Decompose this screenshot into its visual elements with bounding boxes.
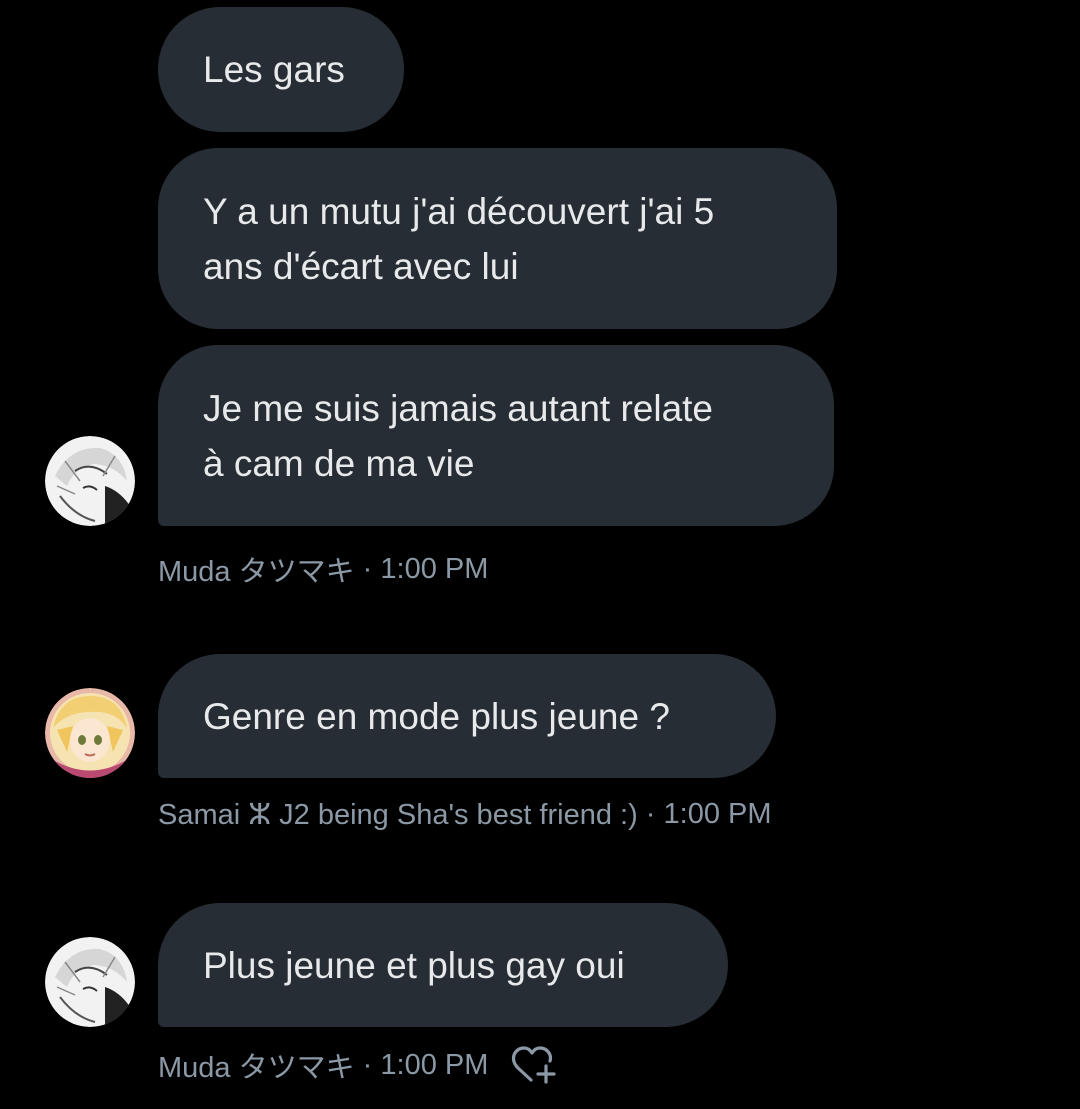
message-meta: Muda タツマキ · 1:00 PM	[158, 548, 488, 590]
manga-avatar-icon	[45, 436, 135, 526]
message-text: Je me suis jamais autant relate à cam de…	[203, 387, 714, 484]
meta-separator: ·	[354, 552, 381, 585]
message-time: 1:00 PM	[380, 1048, 489, 1081]
message-bubble[interactable]: Y a un mutu j'ai découvert j'ai 5 ans d'…	[158, 148, 837, 329]
message-bubble[interactable]: Genre en mode plus jeune ?	[158, 654, 776, 778]
message-time: 1:00 PM	[380, 552, 489, 585]
avatar[interactable]	[45, 688, 135, 778]
message-text: Les gars	[203, 49, 345, 90]
message-text: Genre en mode plus jeune ?	[203, 695, 670, 737]
message-meta: Samai ⵣ J2 being Sha's best friend :) · …	[158, 797, 772, 832]
avatar[interactable]	[45, 436, 135, 526]
message-bubble[interactable]: Les gars	[158, 7, 404, 132]
meta-separator: ·	[354, 1048, 381, 1081]
message-meta: Muda タツマキ · 1:00 PM	[158, 1044, 558, 1086]
anime-avatar-icon	[45, 688, 135, 778]
message-bubble[interactable]: Plus jeune et plus gay oui	[158, 903, 728, 1027]
sender-name[interactable]: Samai ⵣ J2 being Sha's best friend :)	[158, 797, 638, 832]
message-time: 1:00 PM	[663, 798, 772, 830]
message-bubble[interactable]: Je me suis jamais autant relate à cam de…	[158, 345, 834, 526]
message-text: Y a un mutu j'ai découvert j'ai 5 ans d'…	[203, 190, 715, 287]
message-text: Plus jeune et plus gay oui	[203, 944, 625, 986]
meta-separator: ·	[637, 798, 664, 830]
sender-name[interactable]: Muda タツマキ	[158, 1044, 355, 1086]
add-reaction-heart-icon[interactable]	[510, 1044, 558, 1086]
manga-avatar-icon	[45, 937, 135, 1027]
sender-name[interactable]: Muda タツマキ	[158, 548, 355, 590]
avatar[interactable]	[45, 937, 135, 1027]
